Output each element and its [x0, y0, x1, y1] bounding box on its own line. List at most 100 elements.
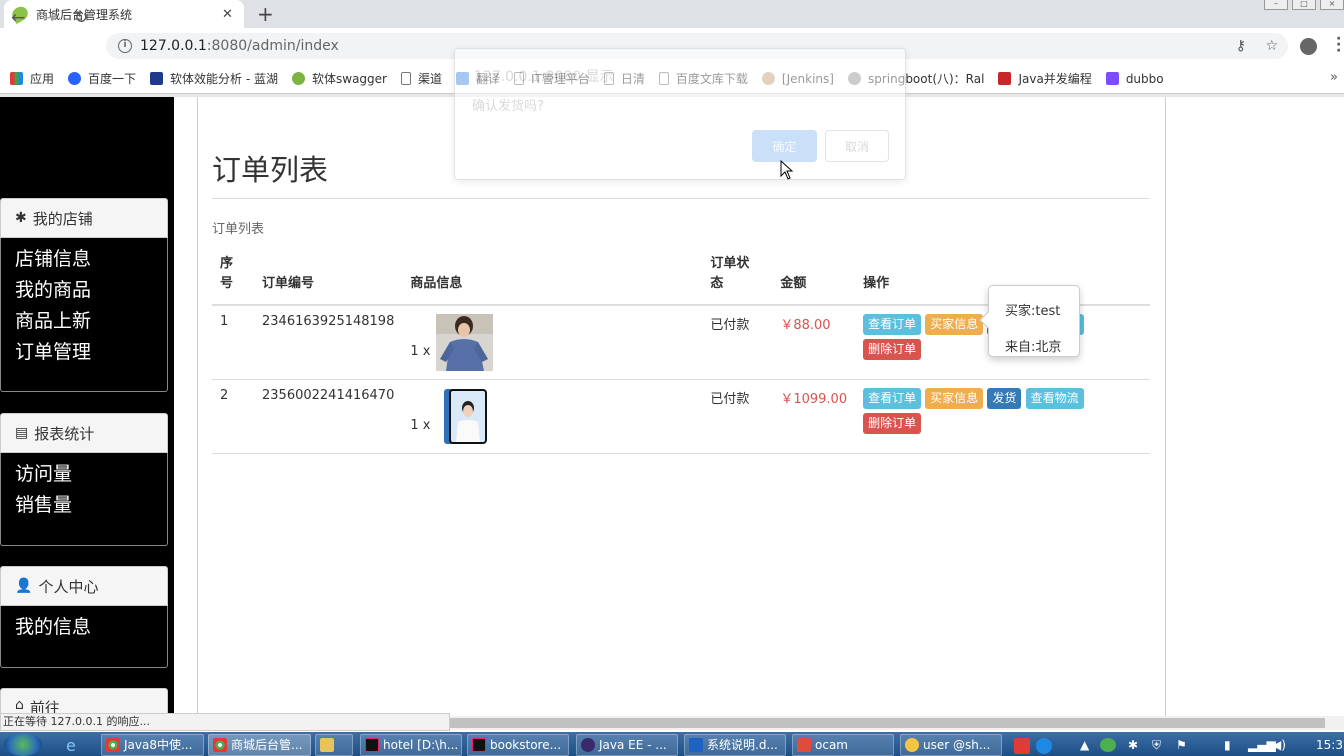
chrome-icon: [106, 738, 120, 752]
taskbar-item[interactable]: 系统说明.d...: [684, 734, 786, 756]
list-icon: ▤: [15, 425, 29, 441]
start-button[interactable]: [4, 733, 42, 756]
bluetooth-icon[interactable]: ✱: [1128, 738, 1138, 752]
ie-icon[interactable]: e: [66, 736, 86, 755]
buyer-info-button[interactable]: 买家信息: [925, 314, 984, 335]
view-order-button[interactable]: 查看订单: [863, 388, 922, 409]
back-icon[interactable]: ←: [11, 8, 25, 28]
battery-icon[interactable]: ▮: [1224, 738, 1231, 752]
reload-icon[interactable]: ↻: [74, 8, 88, 28]
bookmark-item[interactable]: 百度一下: [68, 70, 136, 87]
panel-header-shop[interactable]: ✱ 我的店铺: [0, 198, 168, 238]
table-caption: 订单列表: [212, 222, 265, 237]
taskbar-item[interactable]: hotel [D:\h...: [360, 734, 462, 756]
product-image-phone[interactable]: [436, 388, 494, 445]
bookmark-item[interactable]: 软体swagger: [292, 70, 387, 87]
home-icon: ⌂: [15, 697, 24, 713]
col-status: 订单状态: [702, 250, 773, 306]
taskbar-item[interactable]: user @sh...: [900, 734, 1002, 756]
cell-actions: 查看订单 买家信息 发货 查看物流 删除订单: [855, 379, 1150, 454]
tab-close-icon[interactable]: ✕: [222, 7, 236, 22]
help-icon[interactable]: [1036, 738, 1052, 754]
sidebar-item-my-products[interactable]: 我的商品: [15, 275, 153, 306]
browser-tab[interactable]: 商城后台管理系统 ✕: [4, 0, 244, 28]
forward-icon[interactable]: →: [42, 8, 56, 28]
table-row: 2 2356002241416470 1 x 已付款 ￥1099.00 查看订单…: [212, 379, 1150, 454]
sidebar-item-order-management[interactable]: 订单管理: [15, 337, 153, 368]
cell-index: 1: [212, 305, 254, 380]
sidebar-item-visits[interactable]: 访问量: [15, 459, 153, 490]
wechat-icon[interactable]: [1100, 738, 1116, 752]
word-icon: [689, 738, 703, 752]
bookmark-item[interactable]: 软体效能分析 - 蓝湖: [150, 70, 278, 87]
title-divider: [212, 198, 1150, 199]
info-icon[interactable]: i: [118, 39, 132, 53]
sidebar-item-my-info[interactable]: 我的信息: [15, 612, 153, 643]
panel-header-personal[interactable]: 👤 个人中心: [0, 566, 168, 606]
buyer-info-popover: 买家:test 来自:北京: [979, 285, 1080, 357]
buyer-info-button[interactable]: 买家信息: [925, 388, 984, 409]
panel-body-personal: 我的信息: [0, 606, 168, 668]
taskbar-item[interactable]: ocam: [792, 734, 894, 756]
mouse-cursor-icon: [780, 160, 794, 180]
product-image-shirt[interactable]: [436, 314, 494, 371]
window-controls: – □ ×: [1260, 0, 1344, 10]
cell-amount: ￥1099.00: [772, 379, 856, 454]
popover-buyer: 买家:test: [1005, 304, 1061, 319]
new-tab-button[interactable]: +: [257, 2, 274, 26]
url-text: 127.0.0.1:8080/admin/index: [140, 38, 339, 54]
sidebar-item-new-product[interactable]: 商品上新: [15, 306, 153, 337]
sidebar-item-sales[interactable]: 销售量: [15, 490, 153, 521]
shield-icon[interactable]: ⛨: [1152, 738, 1161, 753]
delete-order-button[interactable]: 删除订单: [863, 339, 922, 360]
volume-icon[interactable]: ◀): [1272, 738, 1286, 752]
lanhu-icon: [150, 72, 164, 85]
bookmarks-overflow-icon[interactable]: »: [1330, 70, 1338, 85]
flag-icon[interactable]: ⚑: [1176, 738, 1187, 752]
scrollbar-thumb[interactable]: [450, 718, 1325, 728]
taskbar-item[interactable]: [315, 734, 353, 756]
sidebar-item-shop-info[interactable]: 店铺信息: [15, 244, 153, 275]
cell-amount: ￥88.00: [772, 305, 856, 380]
minimize-icon[interactable]: –: [1264, 0, 1288, 10]
ime-icon[interactable]: [1014, 738, 1030, 754]
taskbar-clock: 15:32: [1316, 738, 1344, 752]
key-icon[interactable]: ⚷: [1236, 38, 1246, 54]
taskbar-item[interactable]: bookstore...: [467, 734, 569, 756]
tab-title: 商城后台管理系统: [36, 7, 133, 22]
window-close-icon[interactable]: ×: [1320, 0, 1344, 10]
ocam-icon: [797, 738, 811, 752]
dubbo-icon: [1105, 72, 1119, 85]
cell-order-no: 2346163925148198: [254, 305, 403, 380]
panel-body-report: 访问量 销售量: [0, 453, 168, 546]
view-order-button[interactable]: 查看订单: [863, 314, 922, 335]
panel-header-report[interactable]: ▤ 报表统计: [0, 413, 168, 453]
taskbar-item-active[interactable]: 商城后台管...: [208, 734, 311, 756]
col-order-no: 订单编号: [254, 250, 403, 306]
status-bar: 正在等待 127.0.0.1 的响应...: [0, 713, 450, 731]
browser-menu-icon[interactable]: · · ·: [1336, 32, 1341, 58]
dialog-title: 127.0.0.1:8080 显示: [474, 69, 614, 85]
cell-status: 已付款: [702, 305, 773, 380]
product-qty: 1 x: [410, 418, 431, 433]
cell-product: 1 x: [402, 305, 703, 380]
bookmark-item[interactable]: Java并发编程: [998, 70, 1092, 87]
tray-expand-icon[interactable]: ▲: [1080, 738, 1089, 752]
star-icon[interactable]: ☆: [1265, 38, 1278, 54]
dialog-cancel-button[interactable]: 取消: [825, 130, 889, 162]
view-logistics-button[interactable]: 查看物流: [1025, 388, 1084, 409]
delete-order-button[interactable]: 删除订单: [863, 413, 922, 434]
ship-button[interactable]: 发货: [987, 388, 1022, 409]
dialog-ok-button[interactable]: 确定: [752, 130, 817, 162]
bookmark-apps[interactable]: 应用: [10, 70, 54, 87]
baidu-icon: [68, 72, 82, 85]
taskbar-item[interactable]: Java EE - ...: [576, 734, 678, 756]
bookmark-item[interactable]: dubbo: [1105, 72, 1164, 86]
apps-grid-icon: [10, 72, 23, 85]
profile-avatar-icon[interactable]: [1300, 38, 1317, 55]
maximize-icon[interactable]: □: [1292, 0, 1316, 10]
eclipse-icon: [581, 738, 595, 752]
taskbar-item[interactable]: Java8中使...: [101, 734, 204, 756]
cell-product: 1 x: [402, 379, 703, 454]
bookmark-item[interactable]: 渠道: [400, 70, 442, 87]
